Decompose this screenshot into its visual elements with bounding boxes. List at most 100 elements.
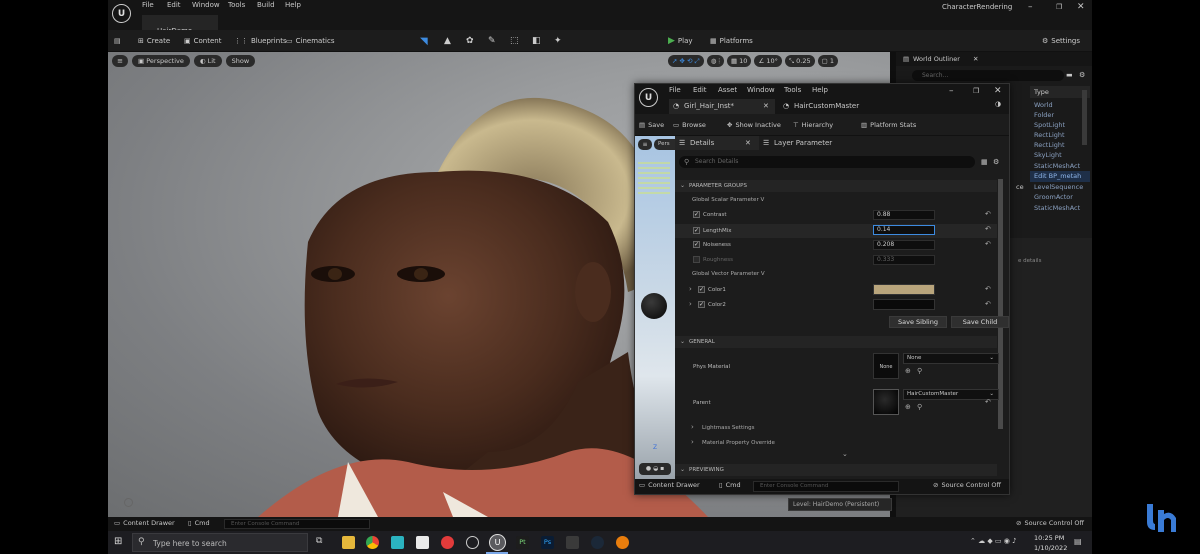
parent-reset-icon[interactable]: ↶ — [985, 398, 991, 406]
contrast-reset-icon[interactable]: ↶ — [985, 210, 991, 218]
level-tab[interactable]: HairDemo — [142, 15, 218, 35]
lengthmix-reset-icon[interactable]: ↶ — [985, 225, 991, 233]
global-vector-group[interactable]: Global Vector Parameter V — [692, 271, 765, 277]
material-minimize-icon[interactable]: – — [949, 86, 954, 96]
rotation-snap-button[interactable]: ∠ 10° — [754, 55, 782, 67]
global-scalar-group[interactable]: Global Scalar Parameter V — [692, 197, 764, 203]
foliage-mode-button[interactable]: ✿ — [466, 30, 474, 52]
details-tab[interactable]: ☰ Details ✕ — [675, 136, 759, 150]
save-child-button[interactable]: Save Child — [951, 316, 1009, 328]
color1-reset-icon[interactable]: ↶ — [985, 285, 991, 293]
material-source-control-button[interactable]: ⊘ Source Control Off — [933, 481, 1001, 489]
platforms-button[interactable]: ▦ Platforms — [710, 30, 753, 52]
details-settings-icon[interactable]: ⚙ — [993, 158, 999, 166]
details-search-input[interactable]: Search Details — [679, 156, 975, 168]
previewing-section[interactable]: PREVIEWING — [675, 464, 997, 476]
landscape-mode-button[interactable]: ▲ — [444, 30, 451, 52]
noiseness-checkbox[interactable]: ✓ — [693, 241, 700, 248]
scale-snap-button[interactable]: ⤡ 0.25 — [784, 55, 815, 67]
contrast-input[interactable]: 0.88 — [873, 210, 935, 220]
maximize-icon[interactable]: ❐ — [1056, 3, 1062, 11]
animation-mode-button[interactable]: ✦ — [554, 30, 562, 52]
close-icon[interactable]: ✕ — [1077, 2, 1085, 12]
content-drawer-button[interactable]: ▭ Content Drawer — [114, 519, 175, 527]
details-tab-close-icon[interactable]: ✕ — [745, 139, 751, 147]
outliner-settings-icon[interactable]: ⚙ — [1079, 71, 1085, 79]
tray-icons[interactable]: ⌃ ☁ ◆ ▭ ◉ ♪ — [970, 537, 1017, 545]
material-menu-tools[interactable]: Tools — [784, 86, 812, 94]
material-window-menu-icon[interactable]: ◑ — [995, 100, 1001, 108]
material-tab-instance[interactable]: ◔ Girl_Hair_Inst* ✕ — [669, 99, 775, 114]
grid-snap-button[interactable]: ▦ 10 — [726, 55, 752, 67]
color2-swatch[interactable] — [873, 299, 935, 310]
platform-stats-button[interactable]: ▥ Platform Stats — [861, 114, 916, 136]
layer-parameter-tab[interactable]: ☰ Layer Parameter — [761, 136, 871, 150]
color2-reset-icon[interactable]: ↶ — [985, 300, 991, 308]
color1-swatch[interactable] — [873, 284, 935, 295]
details-view-options-icon[interactable]: ▦ — [981, 158, 988, 166]
tab-close-icon[interactable]: ✕ — [763, 102, 769, 110]
contrast-checkbox[interactable]: ✓ — [693, 211, 700, 218]
perspective-button[interactable]: ▣ Perspective — [132, 55, 190, 67]
phys-use-selected-icon[interactable]: ⊕ — [905, 367, 911, 375]
parent-use-selected-icon[interactable]: ⊕ — [905, 403, 911, 411]
material-browse-button[interactable]: ▭ Browse — [673, 114, 706, 136]
app-white-icon[interactable] — [416, 536, 429, 549]
parent-thumbnail[interactable] — [873, 389, 899, 415]
material-menu-file[interactable]: File — [669, 86, 693, 94]
select-mode-button[interactable]: ◥ — [420, 30, 428, 52]
material-menu-edit[interactable]: Edit — [693, 86, 718, 94]
material-tab-master[interactable]: ◔ HairCustomMaster — [781, 99, 891, 114]
lengthmix-checkbox[interactable]: ✓ — [693, 227, 700, 234]
folder-add-icon[interactable]: ▬ — [1066, 71, 1073, 79]
material-cmd-button[interactable]: ▯ Cmd — [719, 481, 741, 489]
app-red-icon[interactable] — [441, 536, 454, 549]
material-menu-help[interactable]: Help — [812, 86, 828, 94]
menu-file[interactable]: File — [142, 1, 167, 9]
app-pt-icon[interactable]: Pt — [516, 536, 529, 549]
material-maximize-icon[interactable]: ❐ — [973, 87, 979, 95]
console-input[interactable]: Enter Console Command — [224, 519, 370, 529]
lightmass-settings-label[interactable]: Lightmass Settings — [702, 425, 755, 431]
lightmass-expand-icon[interactable]: › — [691, 423, 694, 431]
taskbar-search-box[interactable]: ⚲ Type here to search — [132, 533, 308, 552]
material-preview-viewport[interactable]: ≡ Pers Z ● ◒ ▪ — [635, 136, 675, 479]
color2-expand-icon[interactable]: › — [689, 300, 692, 308]
type-column-header[interactable]: Type — [1030, 86, 1090, 98]
show-button[interactable]: Show — [225, 55, 256, 67]
blueprints-button[interactable]: ⋮⋮ Blueprints — [234, 30, 287, 52]
play-button[interactable]: ▶ Play — [668, 30, 693, 52]
blender-icon[interactable] — [616, 536, 629, 549]
parent-browse-icon[interactable]: ⚲ — [917, 403, 922, 411]
color1-checkbox[interactable]: ✓ — [698, 286, 705, 293]
preview-shape-buttons[interactable]: ● ◒ ▪ — [639, 463, 671, 475]
steam-icon[interactable] — [591, 536, 604, 549]
save-sibling-button[interactable]: Save Sibling — [889, 316, 947, 328]
save-level-button[interactable]: ▤ — [114, 30, 121, 52]
mesh-paint-button[interactable]: ✎ — [488, 30, 496, 52]
color1-expand-icon[interactable]: › — [689, 285, 692, 293]
phys-material-dropdown[interactable]: None ⌄ — [903, 353, 999, 364]
unreal-taskbar-icon[interactable]: U — [489, 534, 506, 551]
menu-help[interactable]: Help — [285, 1, 301, 9]
create-button[interactable]: ⊞ Create — [138, 30, 170, 52]
viewport-menu-icon[interactable]: ≡ — [112, 55, 128, 67]
phys-browse-icon[interactable]: ⚲ — [917, 367, 922, 375]
github-icon[interactable] — [466, 536, 479, 549]
app-m-icon[interactable] — [391, 536, 404, 549]
show-inactive-button[interactable]: ✥ Show Inactive — [727, 114, 781, 136]
noiseness-reset-icon[interactable]: ↶ — [985, 240, 991, 248]
roughness-checkbox[interactable] — [693, 256, 700, 263]
chrome-icon[interactable] — [366, 536, 379, 549]
hierarchy-button[interactable]: ⊤ Hierarchy — [793, 114, 833, 136]
fracture-mode-button[interactable]: ◧ — [532, 30, 541, 52]
menu-window[interactable]: Window — [192, 1, 228, 9]
camera-speed-button[interactable]: ▢ 1 — [817, 55, 839, 67]
color2-checkbox[interactable]: ✓ — [698, 301, 705, 308]
preview-menu-icon[interactable]: ≡ — [638, 139, 652, 150]
windows-start-icon[interactable]: ⊞ — [114, 536, 122, 547]
outliner-search-input[interactable]: Search... — [912, 70, 1064, 81]
notification-icon[interactable]: ▤ — [1074, 537, 1082, 546]
phys-material-thumbnail[interactable]: None — [873, 353, 899, 379]
transform-tools[interactable]: ➚ ✥ ⟲ ⤢ — [668, 55, 704, 67]
